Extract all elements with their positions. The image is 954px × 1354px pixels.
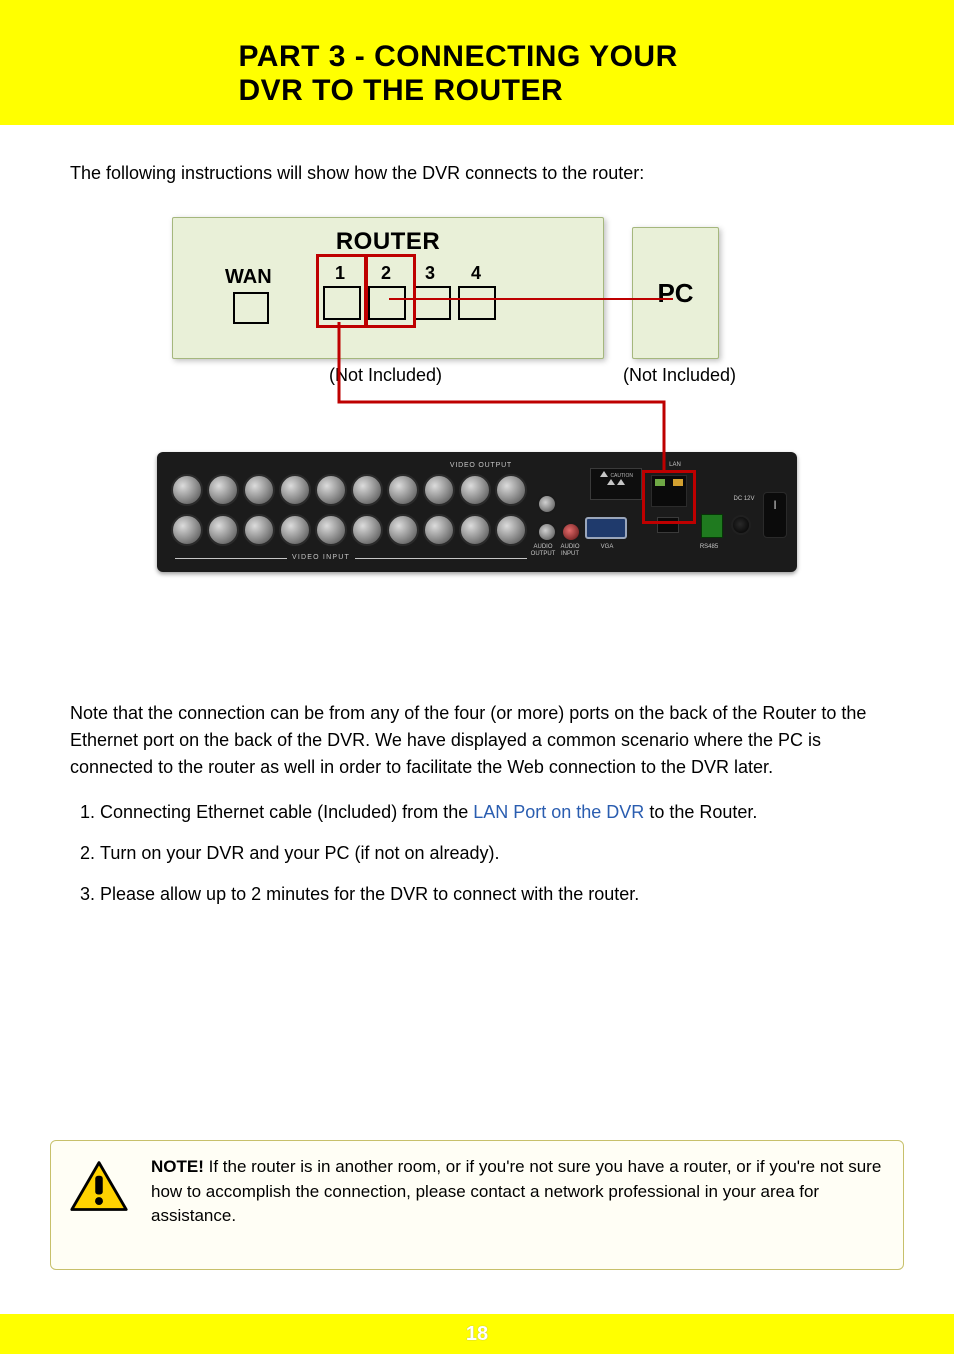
connection-note: Note that the connection can be from any… <box>70 700 884 781</box>
video-output-label: VIDEO OUTPUT <box>450 462 512 469</box>
bnc-connector <box>207 474 239 506</box>
wan-port <box>233 292 269 324</box>
lan-port-link[interactable]: LAN Port on the DVR <box>473 802 644 822</box>
intro-paragraph: The following instructions will show how… <box>70 160 884 187</box>
video-output-jack <box>537 494 557 514</box>
bnc-connector <box>351 514 383 546</box>
video-input-label: VIDEO INPUT <box>292 554 350 561</box>
dc-power-jack <box>731 515 751 535</box>
bnc-connector <box>351 474 383 506</box>
bnc-connector <box>315 514 347 546</box>
bnc-connector <box>315 474 347 506</box>
step-item: Please allow up to 2 minutes for the DVR… <box>100 881 884 908</box>
bnc-connector <box>387 514 419 546</box>
audio-output-port-label: AUDIOOUTPUT <box>529 544 557 557</box>
lan-port-4 <box>458 286 496 320</box>
pc-label: PC <box>657 278 693 309</box>
highlight-box-port2 <box>364 254 416 328</box>
step-text-suffix: to the Router. <box>644 802 757 822</box>
bnc-connector <box>495 474 527 506</box>
step-text-prefix: Connecting Ethernet cable (Included) fro… <box>100 802 473 822</box>
note-bold: NOTE! <box>151 1157 204 1176</box>
body-area: The following instructions will show how… <box>70 160 884 587</box>
vga-port <box>585 517 627 539</box>
footer-bar: 18 <box>0 1314 954 1354</box>
page: PART 3 - CONNECTING YOUR DVR TO THE ROUT… <box>0 0 954 1354</box>
bnc-connector <box>459 514 491 546</box>
lan-port-3 <box>413 286 451 320</box>
step-item: Turn on your DVR and your PC (if not on … <box>100 840 884 867</box>
audio-input-port-label: AUDIOINPUT <box>557 544 583 557</box>
bnc-connector <box>171 514 203 546</box>
bnc-connector <box>243 474 275 506</box>
bnc-connector <box>171 474 203 506</box>
highlight-box-dvr-lan <box>642 470 696 524</box>
bnc-connector <box>423 514 455 546</box>
router-title: ROUTER <box>336 228 440 256</box>
bnc-connector <box>279 474 311 506</box>
bnc-connector <box>423 474 455 506</box>
note-body: If the router is in another room, or if … <box>151 1157 881 1225</box>
steps-list: Connecting Ethernet cable (Included) fro… <box>70 799 884 908</box>
vga-port-label: VGA <box>595 544 619 551</box>
power-switch <box>763 492 787 538</box>
highlight-box-port1 <box>316 254 368 328</box>
audio-output-jack <box>537 522 557 542</box>
steps-section: Note that the connection can be from any… <box>70 700 884 922</box>
dvr-back-panel: VIDEO OUTPUT <box>157 452 797 572</box>
page-title: PART 3 - CONNECTING YOUR DVR TO THE ROUT… <box>239 40 716 108</box>
bnc-connector <box>459 474 491 506</box>
bnc-connector <box>207 514 239 546</box>
rs485-terminal <box>701 514 723 538</box>
dc-port-label: DC 12V <box>729 496 759 503</box>
bnc-connector <box>279 514 311 546</box>
note-box: NOTE! If the router is in another room, … <box>50 1140 904 1270</box>
lan-number-4: 4 <box>471 263 481 284</box>
bnc-connector <box>243 514 275 546</box>
pc-not-included-label: (Not Included) <box>623 365 736 386</box>
page-number: 18 <box>466 1323 488 1346</box>
lan-number-3: 3 <box>425 263 435 284</box>
rs485-port-label: RS485 <box>697 544 721 551</box>
bnc-connector <box>495 514 527 546</box>
note-text: NOTE! If the router is in another room, … <box>151 1155 885 1229</box>
step-item: Connecting Ethernet cable (Included) fro… <box>100 799 884 826</box>
caution-label-panel: CAUTION <box>590 468 642 500</box>
header-bar: PART 3 - CONNECTING YOUR DVR TO THE ROUT… <box>0 0 954 125</box>
lan-port-label: LAN <box>660 462 690 469</box>
pc-box: PC <box>632 227 719 359</box>
audio-input-jack <box>561 522 581 542</box>
wan-label: WAN <box>225 266 272 289</box>
connection-diagram: ROUTER WAN 1 2 3 4 (Not Included) PC <box>157 217 797 587</box>
warning-icon <box>69 1159 129 1215</box>
bnc-connector <box>387 474 419 506</box>
router-not-included-label: (Not Included) <box>329 365 442 386</box>
